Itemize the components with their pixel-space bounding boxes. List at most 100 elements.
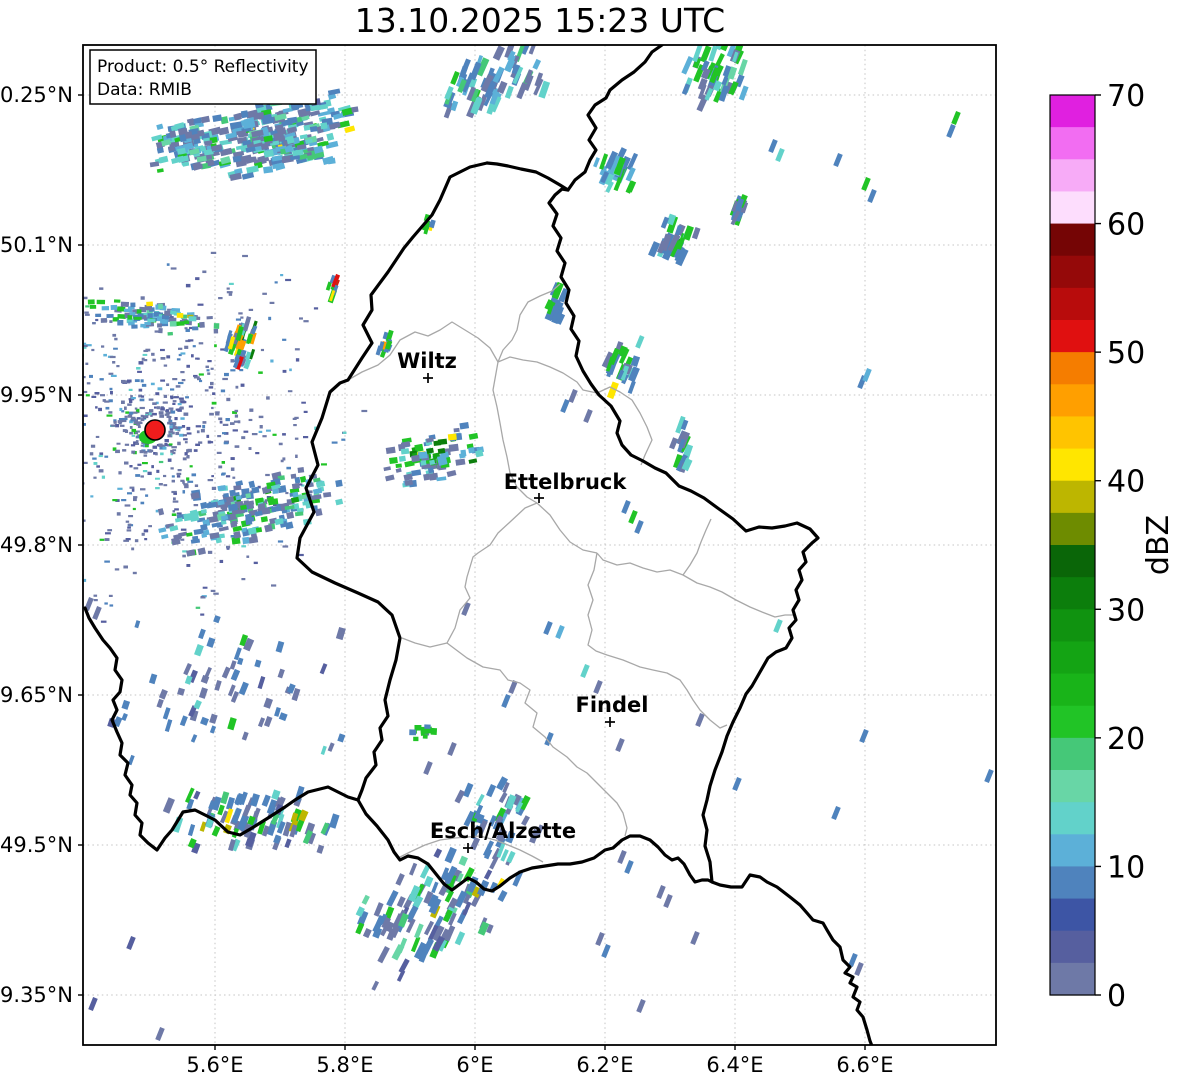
echo-cell [170,388,175,391]
echo-cell [636,999,646,1013]
echo-cell [124,415,128,418]
colorbar-segment [1050,962,1095,996]
echo-cell [218,417,223,421]
echo-cell [187,339,194,342]
echo-cell [560,399,570,413]
echo-cell [167,458,172,462]
echo-cell [303,436,309,439]
echo-cell [85,394,90,397]
echo-cell [146,301,153,307]
echo-cell [100,318,108,323]
echo-cell [239,369,244,372]
echo-cell [66,471,71,474]
echo-cell [65,523,70,525]
echo-cell [182,434,187,437]
echo-cell [36,461,39,464]
echo-cell [233,485,242,491]
echo-cell [223,441,229,445]
echo-cell [136,367,141,370]
echo-cell [222,432,227,435]
echo-cell [209,412,214,416]
echo-cell [0,443,4,446]
echo-cell [210,367,214,370]
echo-cell [230,668,241,682]
echo-cell [167,421,172,425]
echo-cell [200,523,208,531]
echo-cell [133,496,138,499]
echo-cell [268,316,272,321]
echo-cell [409,862,418,876]
echo-cell [226,287,230,290]
x-tick-label: 5.6°E [186,1053,243,1077]
echo-cell [155,452,158,456]
echo-cell [184,320,190,325]
echo-cell [583,409,593,423]
echo-cell [101,306,110,311]
echo-cell [295,454,298,459]
echo-cell [158,327,163,334]
echo-cell [125,520,130,523]
echo-cell [106,414,113,417]
echo-cell [135,442,140,445]
echo-cell [213,328,219,334]
echo-cell [183,412,189,416]
echo-cell [200,501,208,510]
echo-cell [84,313,90,316]
echo-cell [242,536,250,545]
echo-cell [179,715,188,727]
echo-cell [52,375,56,377]
echo-cell [98,454,103,458]
x-tick-label: 6.6°E [836,1053,893,1077]
echo-cell [385,446,396,455]
echo-cell [101,345,105,348]
echo-cell [199,379,203,383]
echo-cell [447,742,457,756]
echo-cell [133,497,137,502]
echo-cell [226,291,233,294]
echo-cell [245,493,252,499]
echo-cell [107,529,113,532]
echo-cell [174,508,179,511]
echo-cell [173,492,178,495]
echo-cell [171,513,177,517]
echo-cell [468,458,478,464]
echo-cell [155,509,159,513]
echo-cell [163,364,168,367]
echo-cell [483,869,493,880]
echo-cell [178,426,183,429]
echo-cell [543,621,553,635]
echo-cell [137,425,141,429]
echo-cell [59,609,63,611]
echo-cell [182,457,187,461]
echo-cell [73,429,78,432]
echo-cell [158,527,167,533]
echo-cell [207,479,214,482]
echo-cell [385,474,395,482]
echo-cell [206,316,213,320]
y-tick-label: 49.65°N [0,683,73,707]
echo-cell [120,301,130,308]
y-tick-label: 50.25°N [0,83,73,107]
echo-cell [681,56,694,75]
echo-cell [251,433,258,436]
echo-cell [193,504,199,507]
echo-cell [568,389,578,403]
echo-cell [158,411,164,415]
echo-cell [833,153,843,167]
echo-cell [498,791,508,804]
echo-cell [137,370,142,373]
echo-cell [139,406,145,410]
echo-cell [104,455,109,458]
echo-cell [100,620,107,623]
canton-border [497,283,561,363]
echo-cell [116,365,120,368]
colorbar-segment [1050,448,1095,482]
axis-tick-labels: 5.6°E 5.8°E 6°E 6.2°E 6.4°E 6.6°E 50.25°N 50.1°… [0,83,894,1077]
echo-cell [242,804,252,817]
echo-cell [453,427,460,433]
echo-cell [240,383,245,387]
echo-cell [166,355,171,359]
echo-cell [634,520,644,534]
echo-cell [371,980,380,991]
echo-cell [169,425,174,429]
